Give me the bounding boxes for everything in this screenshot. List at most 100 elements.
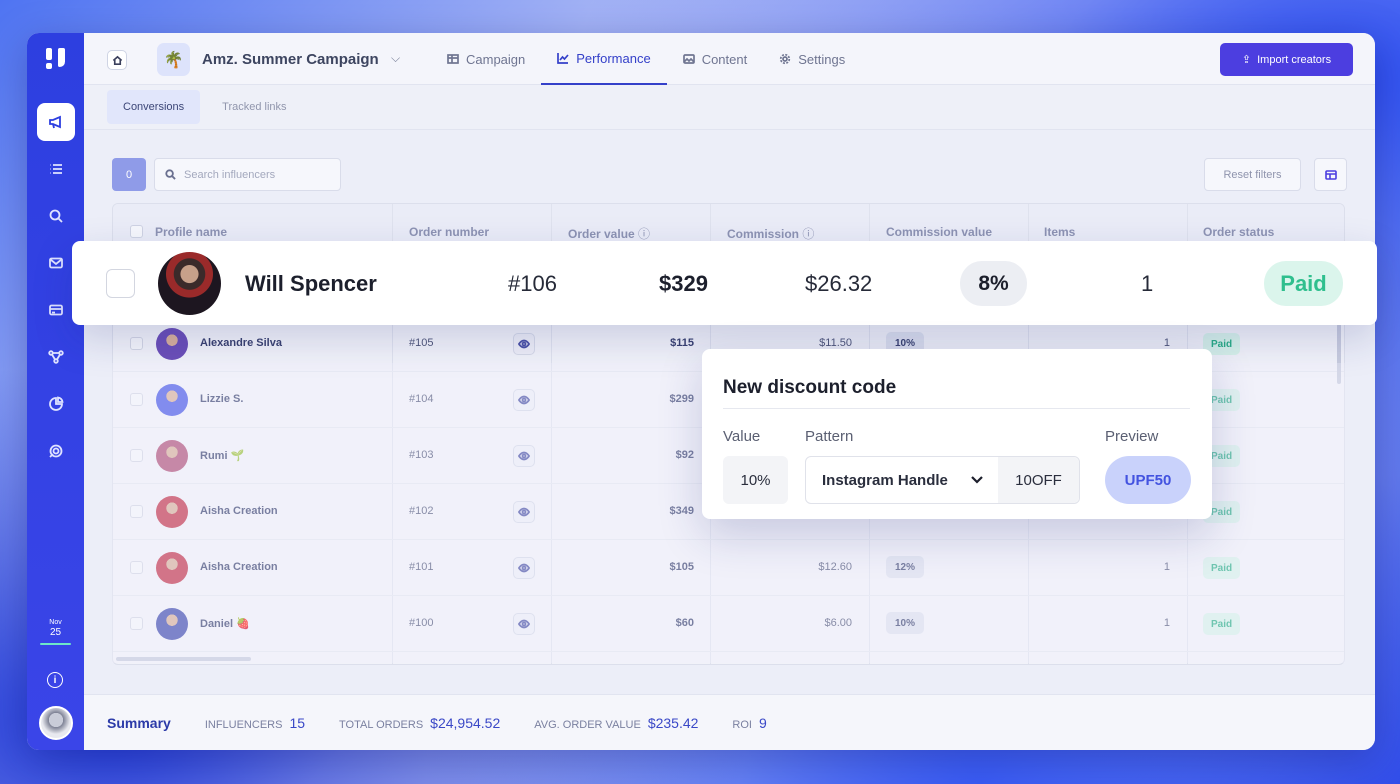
reset-filters-button[interactable]: Reset filters [1204,158,1301,191]
table-row[interactable]: Aisha Creation #101 $105 $12.60 12% 1 Paid [113,540,1344,596]
eye-icon [518,339,530,349]
col-commission[interactable]: Commission ⓘ [727,225,814,242]
col-profile-name[interactable]: Profile name [155,225,227,239]
order-number: #101 [409,561,434,573]
date-badge[interactable]: Nov 25 [40,618,71,645]
credit-card-icon[interactable] [37,291,75,329]
pie-chart-icon[interactable] [37,385,75,423]
order-number: #102 [409,505,434,517]
tab-settings[interactable]: Settings [763,33,861,85]
user-avatar[interactable] [39,706,73,740]
row-checkbox[interactable] [130,561,143,574]
view-order-button[interactable] [513,445,535,467]
code-suffix-input[interactable]: 10OFF [998,457,1079,503]
campaign-title[interactable]: Amz. Summer Campaign [202,51,379,68]
pattern-selected: Instagram Handle [822,471,948,489]
summary-avg-order-value: Avg. order value $235.42 [534,715,698,731]
subtab-tracked-links[interactable]: Tracked links [206,90,302,124]
selected-count[interactable]: 0 [112,158,146,191]
horizontal-scrollbar[interactable] [116,657,251,661]
tab-content[interactable]: Content [667,33,764,85]
col-order-value[interactable]: Order value ⓘ [568,225,650,242]
view-order-button[interactable] [513,501,535,523]
commission: $6.00 [824,617,852,629]
info-icon[interactable]: i [47,672,63,688]
col-label: Commission [727,227,800,241]
chevron-down-icon [970,472,984,489]
columns-button[interactable] [1314,158,1347,191]
order-value: $349 [669,505,694,517]
vertical-scrollbar[interactable] [1337,324,1341,384]
chevron-down-icon[interactable]: ⌵ [391,51,400,66]
view-order-button[interactable] [513,613,535,635]
row-checkbox[interactable] [130,393,143,406]
tab-label: Settings [798,51,846,67]
row-checkbox[interactable] [130,617,143,630]
row-checkbox[interactable] [106,269,135,298]
order-value: $299 [669,393,694,405]
row-checkbox[interactable] [130,449,143,462]
summary-value: 9 [758,714,767,731]
avatar [156,608,188,640]
select-all-checkbox[interactable] [130,225,143,238]
subtab-conversions[interactable]: Conversions [107,90,201,124]
eye-icon [518,619,530,629]
summary-label: Avg. order value [534,718,641,731]
summary-title: Summary [107,714,171,731]
avatar [156,384,188,416]
avatar [156,440,188,472]
view-order-button[interactable] [513,333,535,355]
profile-name[interactable]: Rumi 🌱 [200,449,244,462]
col-order-status[interactable]: Order status [1203,225,1274,239]
mail-icon[interactable] [37,244,75,282]
tab-performance[interactable]: Performance [541,33,667,85]
profile-name[interactable]: Daniel 🍓 [200,617,250,630]
view-order-button[interactable] [513,389,535,411]
col-order-number[interactable]: Order number [409,225,489,239]
divider [723,408,1190,409]
summary-total-orders: Total orders $24,954.52 [339,715,500,731]
profile-name[interactable]: Aisha Creation [200,505,278,517]
row-checkbox[interactable] [130,337,143,350]
col-commission-value[interactable]: Commission value [886,225,992,239]
row-checkbox[interactable] [130,505,143,518]
pattern-select[interactable]: Instagram Handle [806,457,998,503]
avatar [156,496,188,528]
commission-rate-badge: 12% [886,556,925,578]
col-label: Order value [568,227,635,241]
home-button[interactable] [107,50,127,70]
commission: $12.60 [818,561,852,573]
network-icon[interactable] [37,338,75,376]
profile-name[interactable]: Aisha Creation [200,561,278,573]
profile-name[interactable]: Will Spencer [245,271,377,297]
image-icon [682,54,695,64]
chart-icon [557,53,569,64]
order-number: #104 [409,393,434,405]
summary-bar: Summary Influencers 15 Total orders $24,95… [84,694,1375,750]
list-icon[interactable] [37,150,75,188]
order-value: $115 [670,337,694,349]
search-icon[interactable] [37,197,75,235]
profile-name[interactable]: Alexandre Silva [200,337,282,349]
status-badge: Paid [1203,557,1241,579]
pattern-label: Pattern [805,428,854,445]
summary-influencers: Influencers 15 [205,715,305,731]
discount-value-input[interactable]: 10% [723,456,788,504]
tab-campaign[interactable]: Campaign [431,33,541,85]
target-icon[interactable] [37,432,75,470]
profile-name[interactable]: Lizzie S. [200,393,243,405]
highlighted-table-row[interactable]: Will Spencer #106 $329 $26.32 8% 1 Paid [72,241,1377,325]
search-input[interactable]: Search influencers [154,158,341,191]
col-items[interactable]: Items [1044,225,1075,239]
order-number: #100 [409,617,434,629]
summary-roi: ROI 9 [732,715,766,731]
items-count: 1 [1163,617,1170,629]
campaigns-megaphone-icon[interactable] [36,103,75,141]
tab-label: Content [701,51,748,67]
pattern-field: Instagram Handle 10OFF [805,456,1080,504]
view-order-button[interactable] [513,557,535,579]
table-row[interactable]: Daniel 🍓 #100 $60 $6.00 10% 1 Paid [113,596,1344,652]
commission-rate-badge: 8% [960,261,1027,306]
items-count: 1 [1141,271,1154,296]
import-creators-button[interactable]: ⇪ Import creators [1220,43,1353,76]
